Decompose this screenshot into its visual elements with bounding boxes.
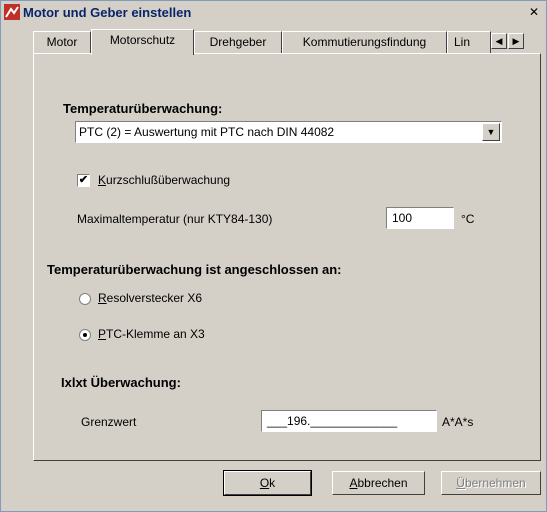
temperature-monitoring-select[interactable]: PTC (2) = Auswertung mit PTC nach DIN 44…	[75, 121, 502, 143]
max-temperature-unit: °C	[461, 212, 475, 226]
connected-to-heading: Temperaturüberwachung ist angeschlossen …	[47, 262, 342, 277]
label-text: TC-Klemme an X3	[106, 327, 205, 341]
dropdown-arrow-icon[interactable]: ▼	[482, 123, 500, 141]
app-icon	[4, 4, 20, 20]
access-key: K	[98, 173, 107, 187]
button-label: bernehmen	[464, 476, 526, 490]
tab-label: Kommutierungsfindung	[302, 35, 427, 49]
max-temperature-input[interactable]: 100	[386, 207, 454, 229]
max-temperature-label: Maximaltemperatur (nur KTY84-130)	[77, 212, 273, 226]
short-circuit-checkbox[interactable]: ✔	[77, 174, 90, 187]
tab-lin[interactable]: Lin	[447, 31, 491, 53]
limit-value-unit: A*A*s	[442, 415, 474, 429]
ptc-terminal-radio[interactable]	[79, 329, 91, 341]
tab-motorschutz[interactable]: Motorschutz	[91, 29, 194, 55]
checkmark-icon: ✔	[78, 174, 89, 186]
short-circuit-label[interactable]: Kurzschlußüberwachung	[98, 173, 230, 187]
ok-button[interactable]: Ok	[223, 470, 312, 496]
tab-motor[interactable]: Motor	[33, 31, 91, 53]
window-title: Motor und Geber einstellen	[23, 5, 192, 20]
radio-selected-dot	[83, 333, 87, 337]
tab-scroll-right-icon[interactable]: ▶	[508, 33, 524, 49]
label-text: urzschlußüberwachung	[106, 173, 231, 187]
tab-scroll-left-icon[interactable]: ◀	[491, 33, 507, 49]
ptc-terminal-radio-label[interactable]: PTC-Klemme an X3	[98, 327, 205, 341]
tab-label: Motor	[46, 35, 78, 49]
close-icon[interactable]: ✕	[526, 5, 542, 19]
temperature-monitoring-heading: Temperaturüberwachung:	[63, 101, 223, 116]
button-label: bbrechen	[357, 476, 408, 490]
label-text: esolverstecker X6	[106, 291, 203, 305]
resolver-radio-label[interactable]: Resolverstecker X6	[98, 291, 202, 305]
tab-label: Drehgeber	[209, 35, 267, 49]
tab-strip: Motor Motorschutz Drehgeber Kommutierung…	[33, 29, 543, 55]
input-value: 100	[392, 211, 413, 225]
tab-drehgeber[interactable]: Drehgeber	[194, 31, 282, 53]
ixt-monitoring-heading: Ixlxt Überwachung:	[61, 375, 181, 390]
tab-label: Lin	[454, 35, 471, 49]
tab-kommutierungsfindung[interactable]: Kommutierungsfindung	[282, 31, 447, 53]
access-key: P	[98, 327, 107, 341]
select-value: PTC (2) = Auswertung mit PTC nach DIN 44…	[79, 125, 335, 139]
title-bar[interactable]: Motor und Geber einstellen ✕	[1, 1, 546, 25]
dialog-window: Motor und Geber einstellen ✕ Motor Motor…	[0, 0, 547, 512]
cancel-button[interactable]: Abbrechen	[332, 471, 425, 495]
access-key: O	[259, 476, 270, 490]
limit-value-input[interactable]: ___196._____________	[261, 410, 437, 432]
apply-button[interactable]: Übernehmen	[441, 471, 541, 495]
tab-label: Motorschutz	[109, 33, 176, 47]
button-label: k	[269, 476, 276, 490]
access-key: R	[98, 291, 107, 305]
limit-value-label: Grenzwert	[81, 415, 137, 429]
access-key: Ü	[456, 476, 465, 490]
resolver-radio[interactable]	[79, 293, 91, 305]
input-value: ___196._____________	[267, 414, 398, 428]
